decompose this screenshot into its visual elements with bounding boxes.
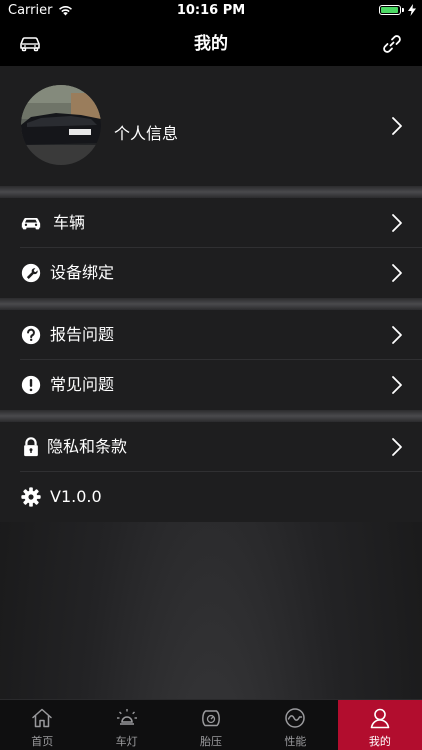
- lock-icon: [24, 437, 38, 457]
- status-time: 10:16 PM: [176, 3, 246, 18]
- section-separator: [0, 298, 422, 310]
- menu-item-privacy[interactable]: 隐私和条款: [0, 422, 422, 472]
- user-icon: [370, 708, 390, 729]
- chevron-right-icon: [392, 264, 402, 282]
- battery-fill: [381, 7, 398, 13]
- tab-label-tire-pressure: 胎压: [200, 735, 223, 748]
- chevron-right-icon: [392, 438, 402, 456]
- status-bar: Carrier 10:16 PM: [0, 0, 422, 22]
- performance-icon: [285, 708, 306, 728]
- tab-bar: 首页 车灯 胎压 性能 我的: [0, 699, 422, 750]
- tab-lights[interactable]: 车灯: [84, 700, 168, 750]
- tab-label-performance: 性能: [284, 735, 307, 748]
- question-icon: [21, 325, 41, 345]
- profile-label: 个人信息: [114, 124, 179, 143]
- home-icon: [32, 708, 52, 728]
- page-title: 我的: [194, 34, 228, 54]
- gear-icon: [21, 487, 41, 507]
- tab-mine[interactable]: 我的: [337, 700, 422, 750]
- menu-label-report-issue: 报告问题: [50, 325, 115, 344]
- chevron-right-icon: [392, 214, 402, 232]
- section-separator: [0, 410, 422, 422]
- avatar[interactable]: [21, 85, 101, 165]
- menu-item-report-issue[interactable]: 报告问题: [0, 310, 422, 360]
- tab-label-lights: 车灯: [115, 735, 138, 748]
- menu-label-privacy: 隐私和条款: [47, 437, 128, 456]
- tab-label-home: 首页: [31, 735, 54, 748]
- menu-item-device-binding[interactable]: 设备绑定: [0, 248, 422, 298]
- tire-pressure-icon: [202, 710, 220, 727]
- navigation-bar: 我的: [0, 22, 422, 66]
- menu-label-device-binding: 设备绑定: [50, 263, 115, 282]
- tab-tire-pressure[interactable]: 胎压: [169, 700, 253, 750]
- tab-label-mine: 我的: [368, 735, 391, 748]
- menu-item-version: V1.0.0: [0, 472, 422, 522]
- light-icon: [116, 709, 137, 725]
- screen: Carrier 10:16 PM 我的 个人信息 车辆 设备绑定 报告问题 常见…: [0, 0, 422, 750]
- menu-item-vehicle[interactable]: 车辆: [0, 198, 422, 248]
- charging-bolt-icon: [408, 4, 416, 16]
- car-icon: [21, 217, 41, 230]
- wrench-icon: [21, 263, 41, 283]
- status-right: [379, 4, 416, 16]
- car-photo: [21, 85, 101, 165]
- chevron-right-icon: [392, 376, 402, 394]
- tab-performance[interactable]: 性能: [253, 700, 337, 750]
- version-label: V1.0.0: [50, 487, 102, 506]
- menu-label-vehicle: 车辆: [53, 213, 86, 232]
- link-icon[interactable]: [380, 32, 404, 56]
- profile-row[interactable]: 个人信息: [0, 66, 422, 186]
- menu-item-faq[interactable]: 常见问题: [0, 360, 422, 410]
- menu-label-faq: 常见问题: [50, 375, 115, 394]
- chevron-right-icon: [392, 326, 402, 344]
- battery-icon: [379, 5, 404, 15]
- section-separator: [0, 186, 422, 198]
- exclamation-icon: [21, 375, 41, 395]
- tab-home[interactable]: 首页: [0, 700, 84, 750]
- chevron-right-icon: [392, 117, 402, 135]
